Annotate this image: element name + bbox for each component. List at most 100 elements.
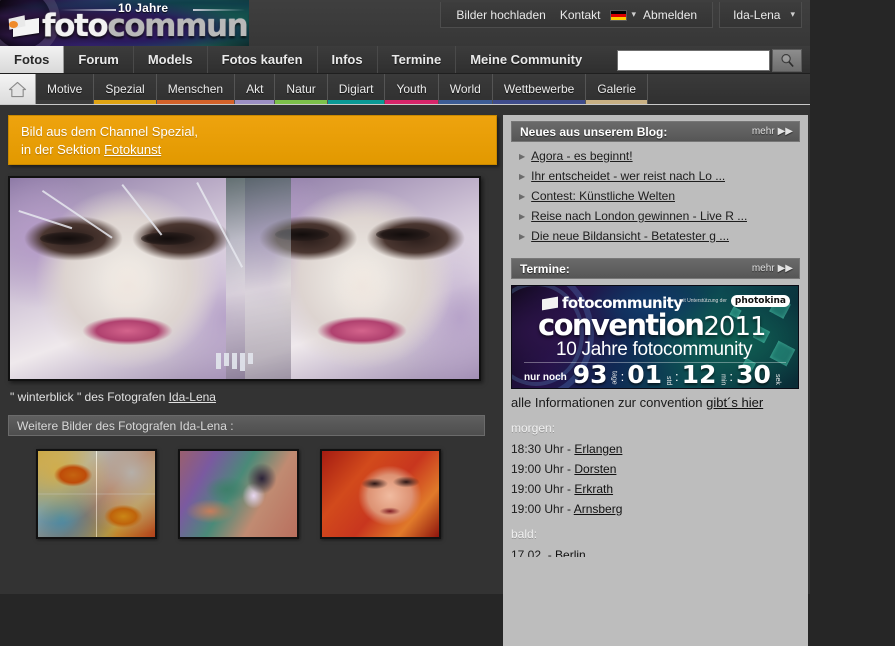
photo-author-link[interactable]: Ida-Lena: [169, 390, 216, 404]
convention-banner[interactable]: fotocommunity mit Unterstützung der phot…: [511, 285, 799, 389]
list-item[interactable]: ▶ Ihr entscheidet - wer reist nach Lo ...: [511, 166, 800, 186]
kontakt-link[interactable]: Kontakt: [553, 3, 608, 27]
countdown-separator: :: [620, 369, 625, 384]
bullet-arrow-icon: ▶: [519, 231, 526, 241]
site-logo[interactable]: 10 Jahre fotocommunity: [0, 0, 249, 46]
bullet-arrow-icon: ▶: [519, 171, 526, 181]
featured-photo-artwork: [10, 178, 479, 379]
convention-info: alle Informationen zur convention gibt´s…: [511, 395, 800, 410]
blog-link[interactable]: Agora - es beginnt!: [531, 149, 632, 163]
photo-caption: " winterblick " des Fotografen Ida-Lena: [8, 390, 497, 404]
home-icon: [8, 81, 27, 97]
tab-models[interactable]: Models: [134, 46, 208, 73]
appointment-place-link[interactable]: Arnsberg: [574, 502, 623, 516]
blog-link[interactable]: Die neue Bildansicht - Betatester g ...: [531, 229, 729, 243]
subnav-color-bar: [492, 100, 586, 104]
blog-panel-title: Neues aus unserem Blog:: [520, 124, 668, 139]
appointment-place-link[interactable]: Berlin: [555, 548, 586, 557]
subnav-item-menschen[interactable]: Menschen: [156, 74, 236, 104]
list-item[interactable]: ▶ Reise nach London gewinnen - Live R ...: [511, 206, 800, 226]
blog-mehr-link[interactable]: mehr ▶▶: [752, 122, 793, 142]
subnav-item-galerie[interactable]: Galerie: [586, 74, 649, 104]
tab-fotos-kaufen[interactable]: Fotos kaufen: [208, 46, 318, 73]
appointments-group-label: bald:: [511, 527, 538, 541]
thumbnail-item[interactable]: [320, 449, 441, 539]
subnav-item-motive[interactable]: Motive: [36, 74, 95, 104]
bullet-arrow-icon: ▶: [519, 151, 526, 161]
appointments-group-bald: bald: 17.02. - Berlin: [511, 527, 800, 557]
appointment-row: 19:00 Uhr - Dorsten: [511, 459, 800, 479]
convention-partner: mit Unterstützung der photokina: [679, 295, 790, 307]
appointment-place-link[interactable]: Erlangen: [574, 442, 622, 456]
user-menu-label[interactable]: Ida-Lena: [726, 3, 787, 27]
convention-info-link[interactable]: gibt´s hier: [706, 395, 763, 410]
subnav-label: Galerie: [597, 82, 637, 96]
featured-photo[interactable]: [8, 176, 481, 381]
barcode-decoration: [216, 352, 254, 371]
list-item[interactable]: ▶ Contest: Künstliche Welten: [511, 186, 800, 206]
tab-fotos[interactable]: Fotos: [0, 46, 65, 73]
search-input[interactable]: [617, 50, 770, 71]
german-flag-icon[interactable]: [609, 10, 627, 21]
fotokunst-link[interactable]: Fotokunst: [104, 142, 161, 157]
subnav-item-natur[interactable]: Natur: [275, 74, 328, 104]
appointment-place-link[interactable]: Erkrath: [574, 482, 613, 496]
subnav-item-digiart[interactable]: Digiart: [327, 74, 386, 104]
countdown-hours-value: 01: [627, 360, 662, 389]
tab-termine[interactable]: Termine: [378, 46, 457, 73]
termine-mehr-link[interactable]: mehr ▶▶: [752, 259, 793, 279]
bilder-hochladen-link[interactable]: Bilder hochladen: [449, 3, 552, 27]
subnav-label: World: [449, 82, 481, 96]
eye-right: [375, 228, 430, 242]
subnav-label: Digiart: [338, 82, 374, 96]
user-menu[interactable]: Ida-Lena ▾: [719, 2, 802, 28]
convention-countdown: nur noch 93 tage : 01 std : 12 min : 30 …: [524, 362, 790, 387]
channel-promo-banner: Bild aus dem Channel Spezial, in der Sek…: [8, 115, 497, 165]
tab-infos[interactable]: Infos: [318, 46, 378, 73]
list-item[interactable]: ▶ Agora - es beginnt!: [511, 146, 800, 166]
main-navigation: Fotos Forum Models Fotos kaufen Infos Te…: [0, 46, 810, 74]
tab-forum[interactable]: Forum: [64, 46, 134, 73]
subnav-label: Wettbewerbe: [503, 82, 575, 96]
abmelden-link[interactable]: Abmelden: [636, 3, 704, 27]
home-button[interactable]: [0, 74, 36, 104]
appointment-row: 19:00 Uhr - Erkrath: [511, 479, 800, 499]
user-chevron-down-icon[interactable]: ▾: [790, 9, 795, 20]
blog-link[interactable]: Contest: Künstliche Welten: [531, 189, 675, 203]
countdown-separator: :: [729, 369, 734, 384]
bullet-arrow-icon: ▶: [519, 191, 526, 201]
sidebar-column: Neues aus unserem Blog: mehr ▶▶ ▶ Agora - …: [497, 115, 808, 646]
appointment-time: 19:00 Uhr -: [511, 502, 574, 516]
subnav-item-akt[interactable]: Akt: [235, 74, 276, 104]
countdown-days-unit: tage: [610, 371, 618, 385]
subnav-item-spezial[interactable]: Spezial: [94, 74, 157, 104]
blog-link[interactable]: Reise nach London gewinnen - Live R ...: [531, 209, 747, 223]
convention-subtitle: 10 Jahre fotocommunity: [556, 339, 753, 360]
eye-left: [40, 232, 95, 246]
appointment-row: 18:30 Uhr - Erlangen: [511, 439, 800, 459]
thumbnail-item[interactable]: [36, 449, 157, 539]
sidebar: Neues aus unserem Blog: mehr ▶▶ ▶ Agora - …: [503, 115, 808, 646]
countdown-prefix: nur noch: [524, 372, 567, 383]
appointment-row: 19:00 Uhr - Arnsberg: [511, 499, 800, 519]
list-item[interactable]: ▶ Die neue Bildansicht - Betatester g ...: [511, 226, 800, 246]
appointments-group-morgen: morgen: 18:30 Uhr - Erlangen 19:00 Uhr -…: [511, 421, 800, 519]
subnav-color-bar: [36, 100, 94, 104]
tab-meine-community[interactable]: Meine Community: [456, 46, 596, 73]
thumbnail-item[interactable]: [178, 449, 299, 539]
double-chevron-right-icon: ▶▶: [777, 262, 793, 274]
search-button[interactable]: [772, 49, 802, 72]
subnav-item-youth[interactable]: Youth: [385, 74, 439, 104]
countdown-seconds-value: 30: [736, 360, 771, 389]
termine-mehr-label: mehr: [751, 262, 775, 274]
subnav-item-world[interactable]: World: [438, 74, 493, 104]
subnav-color-bar: [156, 100, 235, 104]
appointment-place-link[interactable]: Dorsten: [574, 462, 616, 476]
site-header: 10 Jahre fotocommunity Bilder hochladen …: [0, 0, 810, 46]
subnav-color-bar: [385, 100, 438, 104]
blog-link[interactable]: Ihr entscheidet - wer reist nach Lo ...: [531, 169, 725, 183]
termine-panel-title: Termine:: [520, 261, 570, 276]
logo-wordmark-community: community: [107, 8, 249, 44]
blog-panel-header: Neues aus unserem Blog: mehr ▶▶: [511, 121, 800, 142]
subnav-item-wettbewerbe[interactable]: Wettbewerbe: [492, 74, 587, 104]
